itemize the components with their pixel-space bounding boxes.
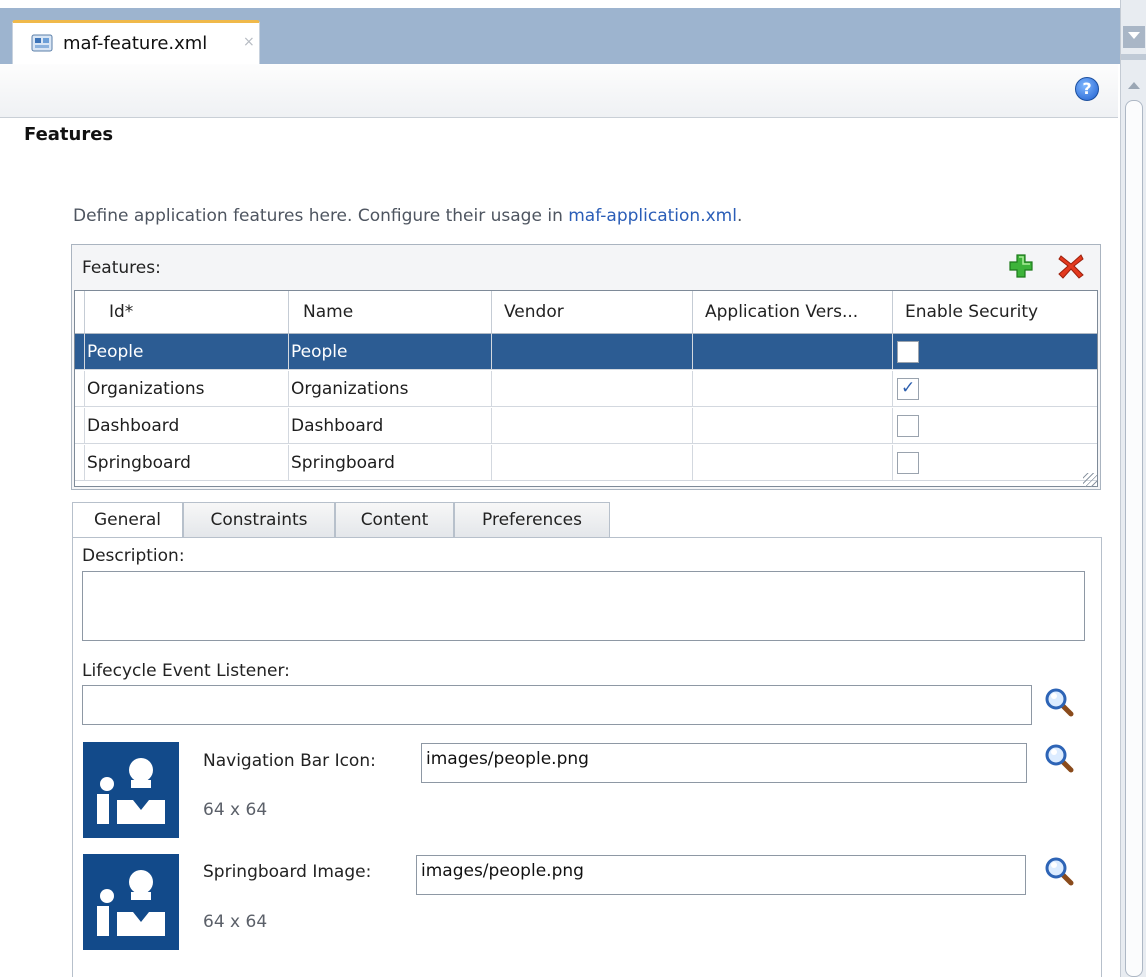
cell-name[interactable]: People — [289, 334, 492, 370]
table-row[interactable]: Dashboard Dashboard — [75, 408, 1097, 444]
cell-vendor[interactable] — [492, 371, 693, 407]
tab-list-dropdown-button[interactable] — [1123, 26, 1145, 48]
cell-enable-security — [893, 334, 1097, 370]
navigation-bar-icon-preview — [83, 742, 179, 838]
add-icon[interactable] — [1008, 253, 1034, 279]
column-header-vendor[interactable]: Vendor — [492, 291, 693, 334]
enable-security-checkbox[interactable] — [897, 341, 919, 363]
cell-vendor[interactable] — [492, 445, 693, 481]
vertical-scrollbar[interactable] — [1120, 0, 1146, 977]
table-resize-handle[interactable] — [1083, 473, 1097, 487]
cell-application-version[interactable] — [693, 408, 893, 444]
column-header-enable-security[interactable]: Enable Security — [893, 291, 1097, 334]
lifecycle-event-listener-field[interactable] — [82, 685, 1032, 725]
lifecycle-event-listener-label: Lifecycle Event Listener: — [82, 661, 290, 681]
springboard-image-preview — [83, 854, 179, 950]
intro-text: Define application features here. Config… — [73, 206, 742, 226]
cell-name[interactable]: Dashboard — [289, 408, 492, 444]
springboard-image-label: Springboard Image: — [203, 862, 372, 882]
row-header[interactable] — [75, 371, 85, 407]
tab-preferences[interactable]: Preferences — [454, 502, 610, 538]
row-header[interactable] — [75, 408, 85, 444]
row-header[interactable] — [75, 334, 85, 370]
cell-enable-security — [893, 371, 1097, 407]
tab-content[interactable]: Content — [335, 502, 454, 538]
tab-strip-top-margin — [0, 0, 1122, 8]
column-header-id[interactable]: Id* — [85, 291, 289, 334]
maf-application-link[interactable]: maf-application.xml — [568, 206, 737, 226]
people-icon — [97, 870, 165, 936]
cell-name[interactable]: Springboard — [289, 445, 492, 481]
description-field[interactable] — [82, 571, 1085, 641]
intro-suffix: . — [736, 206, 743, 226]
features-table[interactable]: Id* Name Vendor Application Vers... Enab… — [74, 290, 1098, 487]
enable-security-checkbox[interactable] — [897, 452, 919, 474]
column-header-name[interactable]: Name — [289, 291, 492, 334]
cell-id[interactable]: People — [85, 334, 289, 370]
cell-id[interactable]: Springboard — [85, 445, 289, 481]
features-table-label: Features: — [82, 258, 161, 278]
delete-icon[interactable] — [1058, 252, 1084, 280]
table-row[interactable]: Organizations Organizations — [75, 371, 1097, 407]
cell-enable-security — [893, 445, 1097, 481]
intro-sentence: Define application features here. Config… — [73, 206, 569, 226]
chevron-down-icon — [1128, 32, 1140, 39]
search-icon[interactable] — [1044, 856, 1074, 886]
tab-general[interactable]: General — [72, 502, 183, 539]
cell-vendor[interactable] — [492, 408, 693, 444]
cell-application-version[interactable] — [693, 445, 893, 481]
search-icon[interactable] — [1044, 743, 1074, 773]
cell-id[interactable]: Organizations — [85, 371, 289, 407]
help-icon[interactable]: ? — [1075, 77, 1099, 101]
row-header-corner — [75, 291, 85, 334]
xml-file-icon — [31, 34, 53, 52]
navigation-bar-icon-label: Navigation Bar Icon: — [203, 751, 376, 771]
column-header-application-version[interactable]: Application Vers... — [693, 291, 893, 334]
description-label: Description: — [82, 546, 185, 566]
cell-vendor[interactable] — [492, 334, 693, 370]
row-header[interactable] — [75, 445, 85, 481]
navigation-bar-icon-size: 64 x 64 — [203, 800, 268, 820]
springboard-image-size: 64 x 64 — [203, 912, 268, 932]
scrollbar-divider — [1121, 54, 1146, 60]
cell-application-version[interactable] — [693, 334, 893, 370]
tab-constraints[interactable]: Constraints — [183, 502, 335, 538]
springboard-image-field[interactable]: images/people.png — [416, 855, 1026, 895]
cell-id[interactable]: Dashboard — [85, 408, 289, 444]
people-icon — [97, 758, 165, 824]
table-row[interactable]: People People — [75, 334, 1097, 370]
enable-security-checkbox[interactable] — [897, 378, 919, 400]
table-row[interactable]: Springboard Springboard — [75, 445, 1097, 481]
navigation-bar-icon-field[interactable]: images/people.png — [421, 743, 1027, 783]
enable-security-checkbox[interactable] — [897, 415, 919, 437]
tab-title: maf-feature.xml — [63, 33, 208, 54]
scrollbar-thumb[interactable] — [1125, 100, 1143, 977]
page-title: Features — [24, 124, 114, 145]
search-icon[interactable] — [1044, 687, 1074, 717]
close-icon[interactable]: × — [243, 34, 255, 50]
tab-maf-feature-xml[interactable]: maf-feature.xml × — [12, 20, 260, 66]
cell-enable-security — [893, 408, 1097, 444]
cell-name[interactable]: Organizations — [289, 371, 492, 407]
editor-header-bar — [0, 64, 1118, 118]
cell-application-version[interactable] — [693, 371, 893, 407]
scroll-up-icon[interactable] — [1128, 82, 1140, 89]
